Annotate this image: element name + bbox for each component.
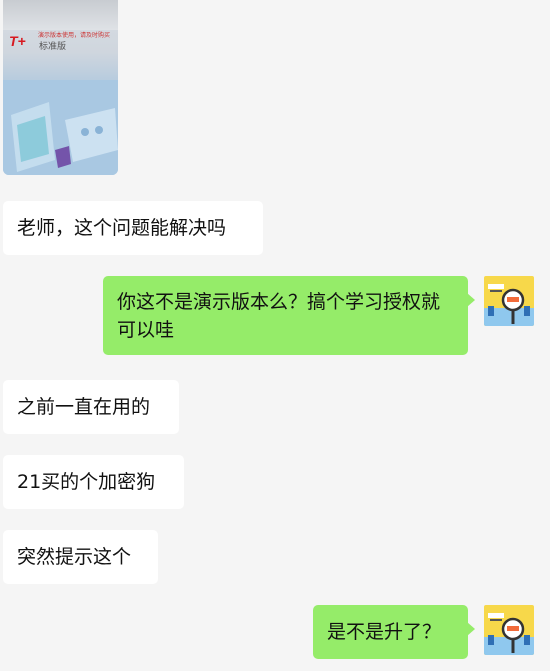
incoming-message[interactable]: 之前一直在用的 [3,380,179,434]
incoming-message[interactable]: 突然提示这个 [3,530,158,584]
photo-top-area [3,0,118,30]
avatar[interactable] [484,276,534,326]
image-message[interactable]: T+ 演示版本使用，请及时购买 标准版 [3,0,118,175]
photo-logo-text: T+ [9,33,26,49]
outgoing-message[interactable]: 是不是升了？ [313,605,475,659]
photo-line1: 演示版本使用，请及时购买 [38,32,111,39]
photo-illustration [3,80,118,175]
message-text: 老师，这个问题能解决吗 [17,217,227,239]
photo-line2: 标准版 [39,42,67,52]
message-text: 21买的个加密狗 [17,471,156,493]
outgoing-message[interactable]: 你这不是演示版本么？搞个学习授权就可以哇 [103,276,475,355]
magnifier-avatar-icon [484,605,534,655]
magnifier-avatar-icon [484,276,534,326]
avatar[interactable] [484,605,534,655]
message-text: 是不是升了？ [327,621,442,643]
message-text: 你这不是演示版本么？搞个学习授权就可以哇 [117,291,441,341]
message-text: 突然提示这个 [17,546,132,568]
incoming-message[interactable]: 21买的个加密狗 [3,455,184,509]
message-text: 之前一直在用的 [17,396,151,418]
incoming-message[interactable]: 老师，这个问题能解决吗 [3,201,263,255]
